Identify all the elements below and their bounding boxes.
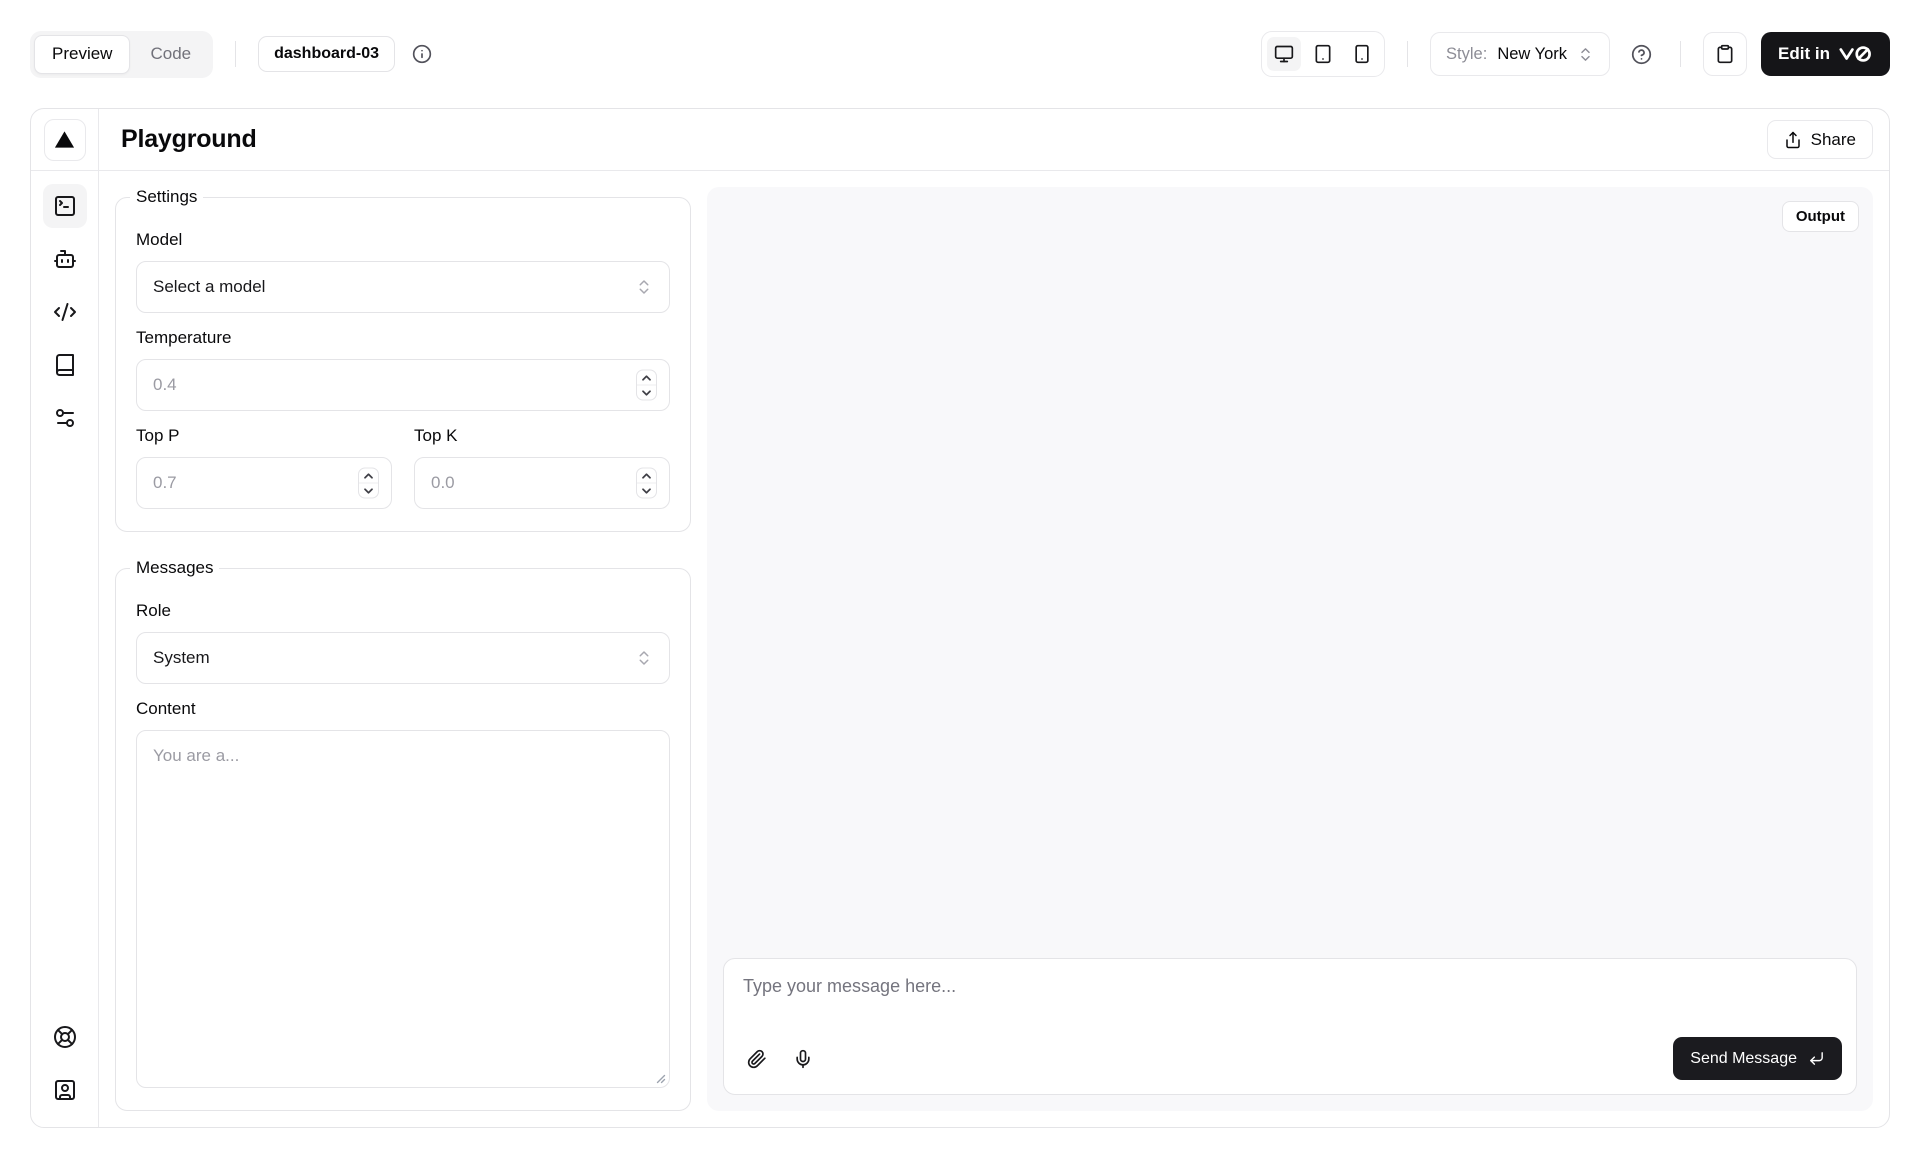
- sidebar-item-settings[interactable]: [43, 396, 87, 440]
- app: Preview Code dashboard-03: [0, 0, 1920, 1154]
- smartphone-icon: [1352, 44, 1372, 64]
- divider: [1680, 41, 1681, 67]
- paperclip-icon: [747, 1049, 767, 1069]
- edit-in-v0-label: Edit in: [1778, 44, 1830, 64]
- tablet-icon: [1313, 44, 1333, 64]
- help-icon[interactable]: [1624, 37, 1658, 71]
- main-content: Settings Model Select a model Temperatur…: [99, 171, 1889, 1127]
- temperature-label: Temperature: [136, 328, 670, 348]
- bot-icon: [53, 247, 77, 271]
- square-user-icon: [53, 1078, 77, 1102]
- life-buoy-icon: [53, 1025, 77, 1049]
- copy-code-button[interactable]: [1703, 32, 1747, 76]
- share-button[interactable]: Share: [1767, 120, 1873, 159]
- role-label: Role: [136, 601, 670, 621]
- settings-column: Settings Model Select a model Temperatur…: [115, 187, 691, 1111]
- settings-sliders-icon: [53, 406, 77, 430]
- sidebar-item-help[interactable]: [43, 1015, 87, 1059]
- top-k-label: Top K: [414, 426, 670, 446]
- toolbar: Preview Code dashboard-03: [0, 0, 1920, 108]
- settings-fieldset: Settings Model Select a model Temperatur…: [115, 187, 691, 532]
- style-select-value: New York: [1497, 45, 1567, 64]
- preview-frame: Playground Share: [30, 108, 1890, 1128]
- style-select-label: Style:: [1446, 45, 1487, 64]
- send-message-label: Send Message: [1690, 1050, 1797, 1068]
- top-p-input[interactable]: [136, 457, 392, 509]
- sidebar-item-account[interactable]: [43, 1068, 87, 1112]
- model-select-value: Select a model: [153, 277, 635, 297]
- model-select[interactable]: Select a model: [136, 261, 670, 313]
- home-logo-button[interactable]: [44, 119, 86, 161]
- sidebar-item-documentation[interactable]: [43, 343, 87, 387]
- output-badge: Output: [1782, 201, 1859, 232]
- desktop-view-button[interactable]: [1267, 37, 1301, 71]
- role-select-value: System: [153, 648, 635, 668]
- triangle-logo-icon: [53, 128, 76, 151]
- temperature-input[interactable]: [136, 359, 670, 411]
- divider: [235, 41, 236, 67]
- top-k-input[interactable]: [414, 457, 670, 509]
- corner-down-left-icon: [1808, 1050, 1825, 1067]
- send-message-button[interactable]: Send Message: [1673, 1037, 1842, 1080]
- logo-cell: [31, 109, 99, 170]
- app-header: Playground Share: [31, 109, 1889, 171]
- chevrons-up-down-icon: [635, 649, 653, 667]
- share-icon: [1784, 131, 1802, 149]
- page-title: Playground: [121, 125, 257, 154]
- tab-preview[interactable]: Preview: [34, 35, 130, 74]
- share-label: Share: [1811, 130, 1856, 150]
- book-icon: [53, 353, 77, 377]
- messages-fieldset: Messages Role System Content: [115, 558, 691, 1111]
- top-p-stepper[interactable]: [358, 468, 379, 499]
- chevrons-up-down-icon: [1577, 46, 1594, 63]
- code-icon: [53, 300, 77, 324]
- top-p-label: Top P: [136, 426, 392, 446]
- mic-icon: [793, 1049, 813, 1069]
- content-label: Content: [136, 699, 670, 719]
- chat-form: Send Message: [723, 958, 1857, 1095]
- view-mode-tabs: Preview Code: [30, 31, 213, 78]
- content-textarea[interactable]: [136, 730, 670, 1088]
- role-select[interactable]: System: [136, 632, 670, 684]
- settings-legend: Settings: [130, 187, 203, 207]
- tablet-view-button[interactable]: [1306, 37, 1340, 71]
- model-label: Model: [136, 230, 670, 250]
- temperature-stepper[interactable]: [636, 370, 657, 401]
- tab-code[interactable]: Code: [132, 35, 209, 74]
- output-panel: Output: [707, 187, 1873, 1111]
- use-microphone-button[interactable]: [782, 1038, 824, 1080]
- info-icon[interactable]: [405, 37, 439, 71]
- chevrons-up-down-icon: [635, 278, 653, 296]
- square-terminal-icon: [53, 194, 77, 218]
- sidebar-nav: [31, 171, 99, 1127]
- block-name-badge: dashboard-03: [258, 36, 395, 72]
- clipboard-icon: [1715, 44, 1735, 64]
- chat-toolbar: Send Message: [724, 1029, 1856, 1094]
- sidebar-item-models[interactable]: [43, 237, 87, 281]
- sidebar-item-playground[interactable]: [43, 184, 87, 228]
- top-k-stepper[interactable]: [636, 468, 657, 499]
- monitor-icon: [1274, 44, 1294, 64]
- v0-logo-icon: [1839, 45, 1873, 63]
- attach-file-button[interactable]: [736, 1038, 778, 1080]
- messages-legend: Messages: [130, 558, 219, 578]
- style-select[interactable]: Style: New York: [1430, 32, 1610, 76]
- sidebar-item-api[interactable]: [43, 290, 87, 334]
- edit-in-v0-button[interactable]: Edit in: [1761, 32, 1890, 76]
- message-input[interactable]: [724, 959, 1856, 1029]
- mobile-view-button[interactable]: [1345, 37, 1379, 71]
- device-preview-toggle: [1261, 31, 1385, 77]
- divider: [1407, 41, 1408, 67]
